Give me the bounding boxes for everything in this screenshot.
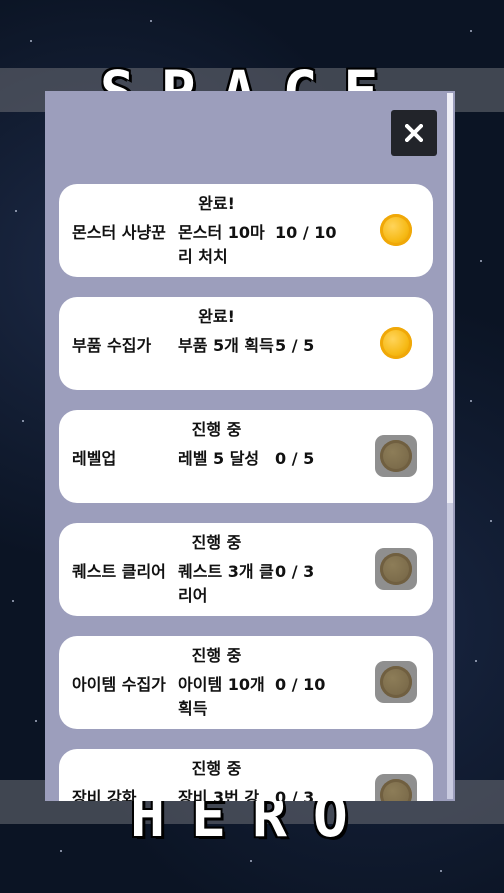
quest-card: 진행 중 레벨업 레벨 5 달성 0 / 5 [59,410,433,503]
quest-card: 완료! 몬스터 사냥꾼 몬스터 10마리 처치 10 / 10 [59,184,433,277]
quest-description: 장비 3번 강 [178,788,260,801]
gold-coin-icon [380,327,412,359]
quest-status: 완료! [198,307,235,326]
quest-name: 아이템 수집가 [72,675,166,694]
quest-name: 부품 수집가 [72,336,152,355]
quest-status: 진행 중 [191,420,242,439]
quest-description: 레벨 5 달성 [178,449,260,468]
quest-card: 진행 중 퀘스트 클리어 퀘스트 3개 클리어 0 / 3 [59,523,433,616]
reward-button-locked[interactable] [375,548,417,590]
quest-progress: 5 / 5 [275,336,315,355]
reward-button-locked[interactable] [375,774,417,801]
quest-progress: 10 / 10 [275,223,337,242]
gold-coin-icon [380,214,412,246]
reward-button-locked[interactable] [375,435,417,477]
close-button[interactable] [391,110,437,156]
scrollbar-thumb[interactable] [447,93,453,503]
coin-icon [380,779,412,801]
reward-button-locked[interactable] [375,661,417,703]
quest-card: 진행 중 장비 강화 장비 3번 강 0 / 3 [59,749,433,801]
quest-panel: 완료! 몬스터 사냥꾼 몬스터 10마리 처치 10 / 10 완료! 부품 수… [45,91,455,801]
quest-description: 아이템 10개 획득 [178,675,265,718]
quest-card: 완료! 부품 수집가 부품 5개 획득 5 / 5 [59,297,433,390]
quest-card: 진행 중 아이템 수집가 아이템 10개 획득 0 / 10 [59,636,433,729]
quest-progress: 0 / 3 [275,788,315,801]
quest-list: 완료! 몬스터 사냥꾼 몬스터 10마리 처치 10 / 10 완료! 부품 수… [59,184,433,801]
quest-progress: 0 / 10 [275,675,326,694]
quest-description: 부품 5개 획득 [178,336,274,355]
quest-progress: 0 / 5 [275,449,315,468]
quest-status: 완료! [198,194,235,213]
claim-reward-button[interactable] [375,322,417,364]
quest-status: 진행 중 [191,759,242,778]
quest-name: 레벨업 [72,449,117,468]
coin-icon [380,440,412,472]
quest-status: 진행 중 [191,646,242,665]
quest-name: 장비 강화 [72,788,137,801]
quest-description: 퀘스트 3개 클리어 [178,562,274,605]
quest-name: 퀘스트 클리어 [72,562,166,581]
close-icon [405,124,423,142]
quest-status: 진행 중 [191,533,242,552]
claim-reward-button[interactable] [375,209,417,251]
quest-description: 몬스터 10마리 처치 [178,223,265,266]
coin-icon [380,553,412,585]
coin-icon [380,666,412,698]
quest-progress: 0 / 3 [275,562,315,581]
quest-name: 몬스터 사냥꾼 [72,223,166,242]
